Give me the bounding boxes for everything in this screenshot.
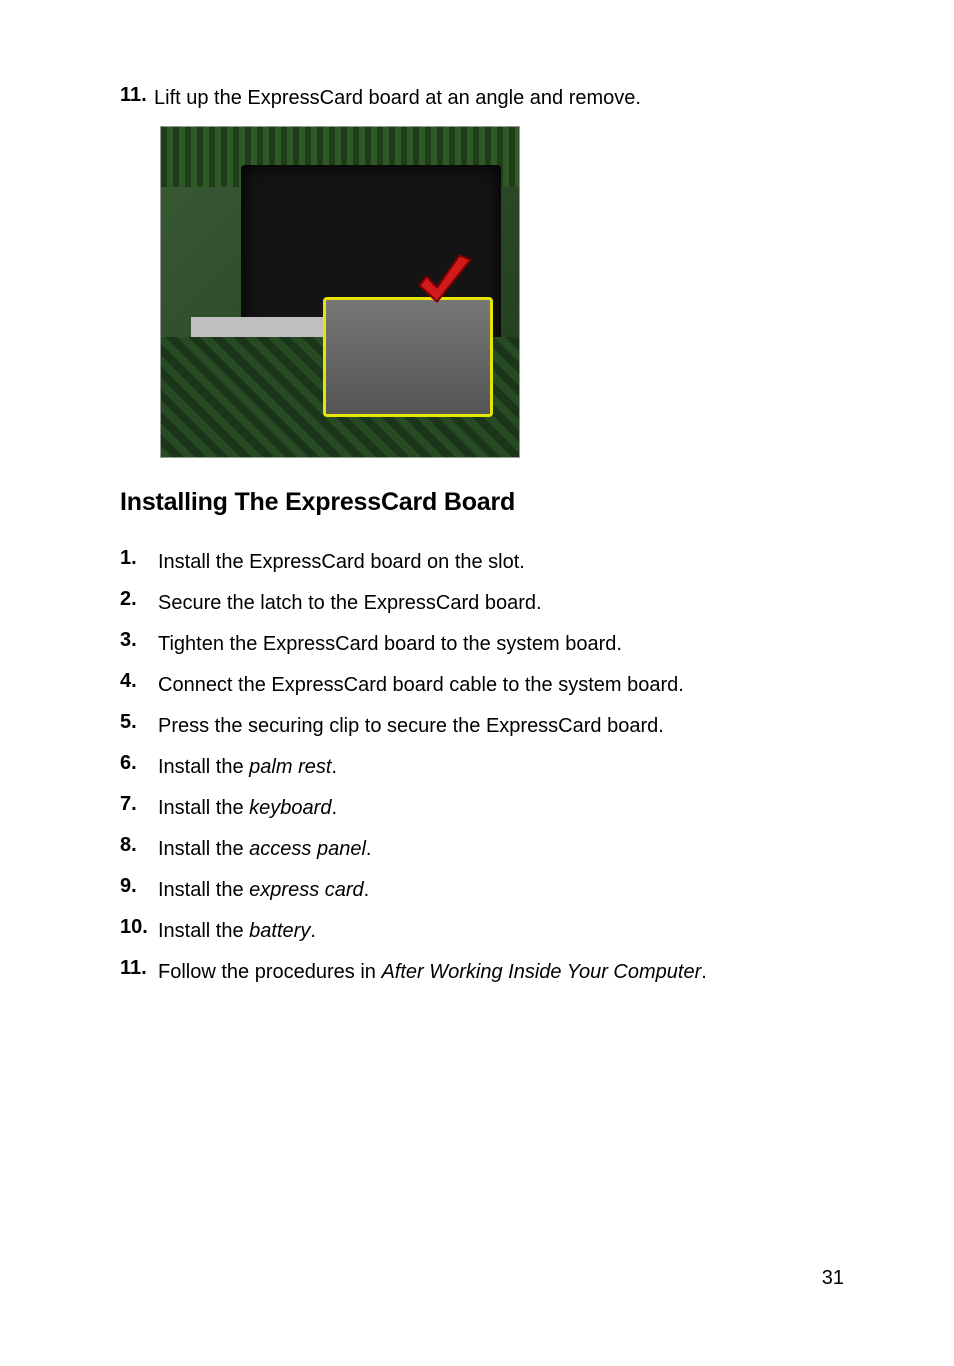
step-link[interactable]: express card	[249, 879, 364, 901]
step-number: 8.	[120, 834, 158, 857]
step-number: 3.	[120, 629, 158, 652]
step-text: Install the palm rest.	[158, 752, 337, 782]
step-number: 2.	[120, 588, 158, 611]
step-link[interactable]: access panel	[249, 838, 366, 860]
step-6: 6. Install the palm rest.	[120, 752, 844, 782]
page-container: 11. Lift up the ExpressCard board at an …	[0, 0, 954, 1366]
step-text: Install the battery.	[158, 916, 316, 946]
section-heading: Installing The ExpressCard Board	[120, 488, 844, 517]
figure-expresscard-remove	[160, 126, 844, 458]
step-pre: Install the	[158, 797, 249, 819]
step-5: 5. Press the securing clip to secure the…	[120, 711, 844, 741]
step-number: 10.	[120, 916, 158, 939]
step-number: 6.	[120, 752, 158, 775]
step-pre: Install the	[158, 920, 249, 942]
step-text: Connect the ExpressCard board cable to t…	[158, 670, 684, 700]
checkmark-icon	[409, 247, 479, 317]
step-link[interactable]: palm rest	[249, 756, 331, 778]
step-number: 4.	[120, 670, 158, 693]
step-2: 2. Secure the latch to the ExpressCard b…	[120, 588, 844, 618]
step-1: 1. Install the ExpressCard board on the …	[120, 547, 844, 577]
step-text: Tighten the ExpressCard board to the sys…	[158, 629, 622, 659]
figure-image	[160, 126, 520, 458]
step-number: 7.	[120, 793, 158, 816]
step-link[interactable]: keyboard	[249, 797, 331, 819]
step-number: 9.	[120, 875, 158, 898]
step-text: Install the access panel.	[158, 834, 371, 864]
continuation-list: 11. Lift up the ExpressCard board at an …	[120, 84, 844, 112]
page-number: 31	[822, 1267, 844, 1290]
step-post: .	[364, 879, 370, 901]
step-pre: Install the	[158, 756, 249, 778]
step-post: .	[310, 920, 316, 942]
step-link[interactable]: After Working Inside Your Computer	[381, 961, 701, 983]
list-number: 11.	[120, 84, 154, 107]
step-10: 10. Install the battery.	[120, 916, 844, 946]
step-pre: Install the	[158, 879, 249, 901]
step-4: 4. Connect the ExpressCard board cable t…	[120, 670, 844, 700]
step-number: 11.	[120, 957, 158, 980]
step-text: Follow the procedures in After Working I…	[158, 957, 707, 987]
step-8: 8. Install the access panel.	[120, 834, 844, 864]
step-pre: Install the	[158, 838, 249, 860]
step-text: Install the ExpressCard board on the slo…	[158, 547, 525, 577]
step-text: Install the express card.	[158, 875, 369, 905]
step-post: .	[701, 961, 707, 983]
step-number: 5.	[120, 711, 158, 734]
step-pre: Follow the procedures in	[158, 961, 381, 983]
step-text: Press the securing clip to secure the Ex…	[158, 711, 664, 741]
list-item-11: 11. Lift up the ExpressCard board at an …	[120, 84, 844, 112]
step-post: .	[366, 838, 372, 860]
list-text: Lift up the ExpressCard board at an angl…	[154, 84, 641, 112]
step-text: Secure the latch to the ExpressCard boar…	[158, 588, 542, 618]
step-3: 3. Tighten the ExpressCard board to the …	[120, 629, 844, 659]
install-steps-list: 1. Install the ExpressCard board on the …	[120, 547, 844, 987]
step-text: Install the keyboard.	[158, 793, 337, 823]
step-link[interactable]: battery	[249, 920, 310, 942]
step-number: 1.	[120, 547, 158, 570]
step-post: .	[331, 756, 337, 778]
step-7: 7. Install the keyboard.	[120, 793, 844, 823]
step-11: 11. Follow the procedures in After Worki…	[120, 957, 844, 987]
step-9: 9. Install the express card.	[120, 875, 844, 905]
step-post: .	[331, 797, 337, 819]
